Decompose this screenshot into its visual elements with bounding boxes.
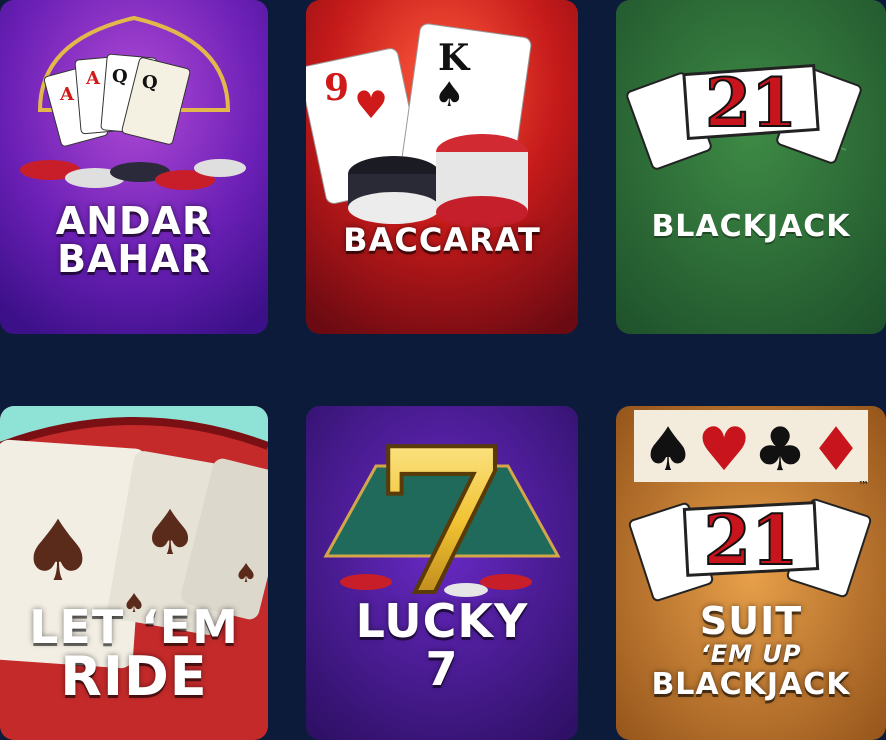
game-title-line1: SUIT: [699, 599, 803, 643]
game-tile-andar-bahar[interactable]: A A Q Q ANDAR BAHAR: [0, 0, 268, 334]
svg-text:A: A: [85, 68, 101, 89]
game-title-line2: BAHAR: [57, 237, 211, 281]
game-tile-suit-em-up-blackjack[interactable]: ♠ ♥ ♣ ♦ 21 ™ SUIT ‘EM UP BLACKJACK: [616, 406, 886, 740]
game-tile-blackjack[interactable]: 21 BLACKJACK: [616, 0, 886, 334]
svg-text:♥: ♥: [697, 415, 751, 485]
svg-text:♠: ♠: [142, 496, 198, 569]
game-title-line2: RIDE: [60, 645, 208, 708]
svg-text:♣: ♣: [753, 415, 807, 485]
game-title-line1: ANDAR: [55, 199, 213, 243]
game-tile-lucky-7[interactable]: 7 LUCKY 7: [306, 406, 578, 740]
game-title: BACCARAT: [343, 221, 541, 259]
game-tile-let-em-ride[interactable]: ♠ ♠ ♠ ♠ LET ‘EM RIDE: [0, 406, 268, 740]
card-king-rank: K: [438, 37, 471, 79]
game-title-line2: ‘EM UP: [700, 640, 802, 668]
game-title-line1: LUCKY: [355, 594, 529, 648]
blackjack-logo-21: 21: [705, 64, 797, 142]
svg-text:♦: ♦: [809, 415, 863, 485]
card-nine-rank: 9: [324, 67, 349, 109]
svg-text:♠: ♠: [434, 75, 464, 115]
svg-text:A: A: [59, 84, 75, 105]
svg-text:Q: Q: [112, 66, 128, 87]
svg-text:♠: ♠: [641, 415, 695, 485]
andar-bahar-artwork: A A Q Q: [0, 0, 268, 334]
blackjack-artwork: 21: [616, 0, 886, 334]
baccarat-artwork: 9 ♥ K ♠: [306, 0, 578, 334]
trademark-symbol: ™: [858, 479, 870, 492]
game-title-line3: BLACKJACK: [651, 667, 851, 702]
svg-text:♥: ♥: [354, 83, 388, 127]
svg-text:♠: ♠: [234, 559, 257, 589]
game-title-line2: 7: [425, 642, 459, 696]
game-title-line1: LET ‘EM: [29, 600, 239, 654]
game-tile-baccarat[interactable]: 9 ♥ K ♠ BACCARAT: [306, 0, 578, 334]
suit-em-up-logo-21: 21: [704, 501, 799, 581]
svg-text:♠: ♠: [20, 502, 95, 600]
svg-text:Q: Q: [142, 72, 158, 93]
game-title: BLACKJACK: [651, 209, 851, 244]
